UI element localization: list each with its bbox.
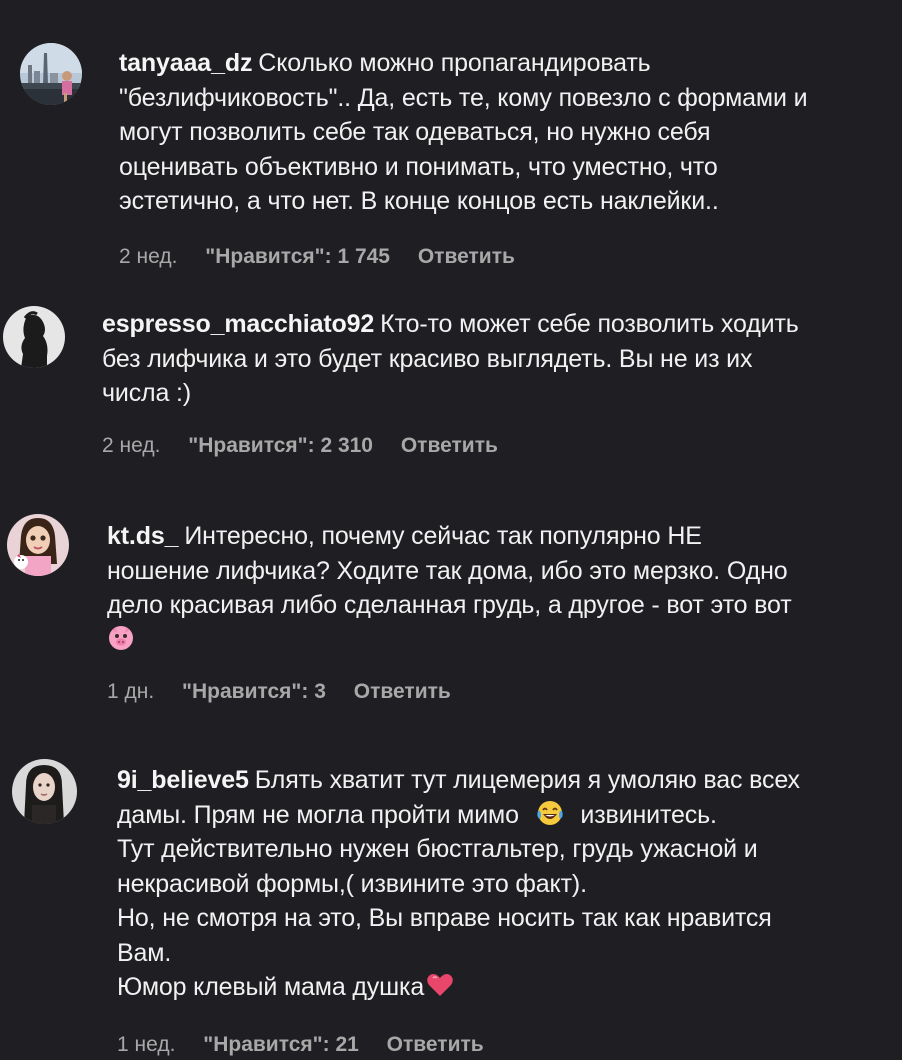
comment-text-line: "безлифчиковость".. Да, есть те, кому по… — [119, 83, 808, 112]
comment-text-line: Интересно, почему сейчас так популярно Н… — [184, 522, 702, 550]
comment-text-line: Юмор клевый мама душка — [117, 973, 425, 1001]
comment-text-line: некрасивой формы,( извините это факт). — [117, 869, 587, 898]
heart-icon — [426, 971, 454, 999]
likes-count[interactable]: "Нравится": 3 — [182, 680, 326, 703]
comment-username[interactable]: 9i_believe5 — [117, 766, 249, 794]
comment-time: 1 дн. — [107, 680, 155, 703]
reply-button[interactable]: Ответить — [354, 680, 451, 703]
comment-text-line: дело красивая либо сделанная грудь, а др… — [107, 591, 792, 619]
comment-text-line: ношение лифчика? Ходите так дома, ибо эт… — [107, 556, 788, 585]
comment-text-line: без лифчика и это будет красиво выглядет… — [102, 344, 753, 373]
comment-text-line: Тут действительно нужен бюстгальтер, гру… — [117, 835, 758, 863]
city-photo-avatar[interactable] — [20, 43, 82, 105]
comment-text-line: Блять хватит тут лицемерия я умоляю вас … — [254, 766, 800, 794]
comment-meta: 2 нед. "Нравится": 1 745 Ответить — [119, 245, 537, 269]
doll-avatar[interactable] — [7, 514, 69, 576]
comment-text-line: Кто-то может себе позволить ходить — [380, 310, 799, 338]
comment-time: 1 нед. — [117, 1033, 176, 1056]
laughing-tears-icon — [536, 799, 564, 827]
comment-text-line: могут позволить себе так одеваться, но н… — [119, 118, 711, 146]
likes-count[interactable]: "Нравится": 1 745 — [205, 245, 390, 268]
comment-text-line: извинитесь. — [580, 800, 717, 829]
comment-text-line: эстетично, а что нет. В конце концов ест… — [119, 187, 719, 215]
likes-count[interactable]: "Нравится": 2 310 — [188, 434, 373, 457]
comment-text-line: Вам. — [117, 938, 172, 967]
comment-text-line: оценивать объективно и понимать, что уме… — [119, 152, 718, 181]
silhouette-avatar[interactable] — [3, 306, 65, 368]
comment-time: 2 нед. — [102, 434, 161, 457]
comment-username[interactable]: kt.ds_ — [107, 522, 179, 550]
reply-button[interactable]: Ответить — [418, 245, 515, 268]
comment-text-line: дамы. Прям не могла пройти мимо — [117, 800, 519, 829]
comment-meta: 1 нед. "Нравится": 21 Ответить — [117, 1033, 506, 1057]
comment-meta: 2 нед. "Нравится": 2 310 Ответить — [102, 434, 520, 458]
comment-username[interactable]: tanyaaa_dz — [119, 49, 252, 77]
comment-text-line: Сколько можно пропагандировать — [258, 49, 651, 77]
comment-meta: 1 дн. "Нравится": 3 Ответить — [107, 680, 473, 704]
likes-count[interactable]: "Нравится": 21 — [203, 1033, 359, 1056]
comment-text-line: числа :) — [102, 379, 191, 407]
pig-face-icon — [107, 624, 135, 652]
girl-photo-avatar[interactable] — [12, 759, 77, 824]
reply-button[interactable]: Ответить — [401, 434, 498, 457]
reply-button[interactable]: Ответить — [387, 1033, 484, 1056]
comment-text-line: Но, не смотря на это, Вы вправе носить т… — [117, 904, 772, 932]
comment-username[interactable]: espresso_macchiato92 — [102, 310, 374, 338]
comment-time: 2 нед. — [119, 245, 178, 268]
